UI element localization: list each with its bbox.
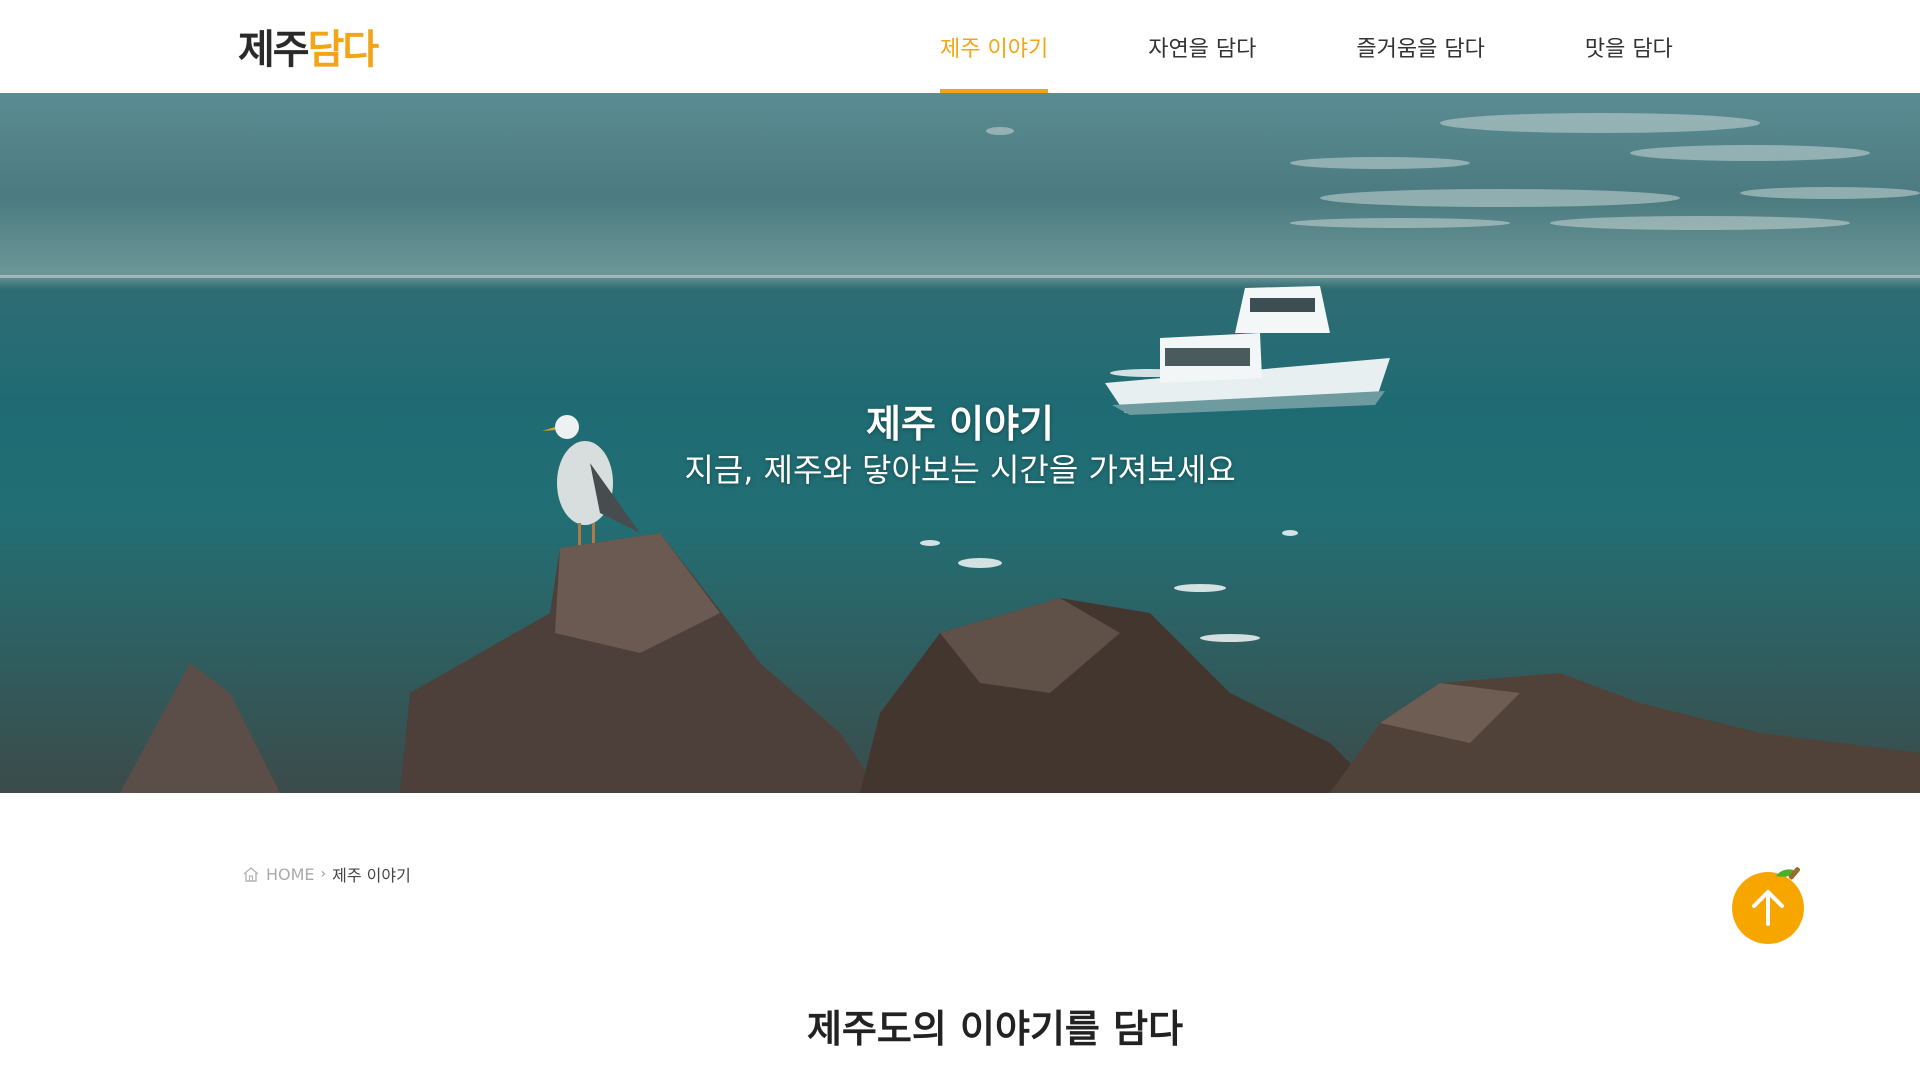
hero-subtitle: 지금, 제주와 닿아보는 시간을 가져보세요: [684, 451, 1236, 489]
nav-item-jeju-story[interactable]: 제주 이야기: [940, 0, 1049, 93]
section-title-wrapper: 제주도의 이야기를 담다: [0, 998, 1920, 1053]
logo-text-jeju: 제주: [238, 27, 310, 73]
breadcrumb-home-link[interactable]: HOME: [266, 865, 315, 884]
scroll-to-top-button[interactable]: [1730, 862, 1816, 948]
breadcrumb: HOME › 제주 이야기: [242, 862, 411, 886]
home-icon: [243, 867, 259, 882]
hero-title: 제주 이야기: [865, 402, 1055, 446]
breadcrumb-current: 제주 이야기: [332, 866, 411, 885]
nav-item-nature[interactable]: 자연을 담다: [1148, 0, 1256, 93]
nav-item-fun[interactable]: 즐거움을 담다: [1356, 0, 1484, 93]
hero-banner: 제주 이야기 지금, 제주와 닿아보는 시간을 가져보세요: [0, 93, 1920, 793]
logo-text-damda: 담다: [307, 27, 380, 73]
breadcrumb-separator: ›: [320, 866, 327, 882]
site-header: 제주 담다 제주 이야기 자연을 담다 즐거움을 담다 맛을 담다: [0, 0, 1920, 93]
nav-item-taste[interactable]: 맛을 담다: [1585, 0, 1673, 93]
section-title: 제주도의 이야기를 담다: [806, 1007, 1184, 1051]
main-nav: 제주 이야기 자연을 담다 즐거움을 담다 맛을 담다: [940, 0, 1773, 93]
site-logo[interactable]: 제주 담다: [238, 16, 418, 76]
